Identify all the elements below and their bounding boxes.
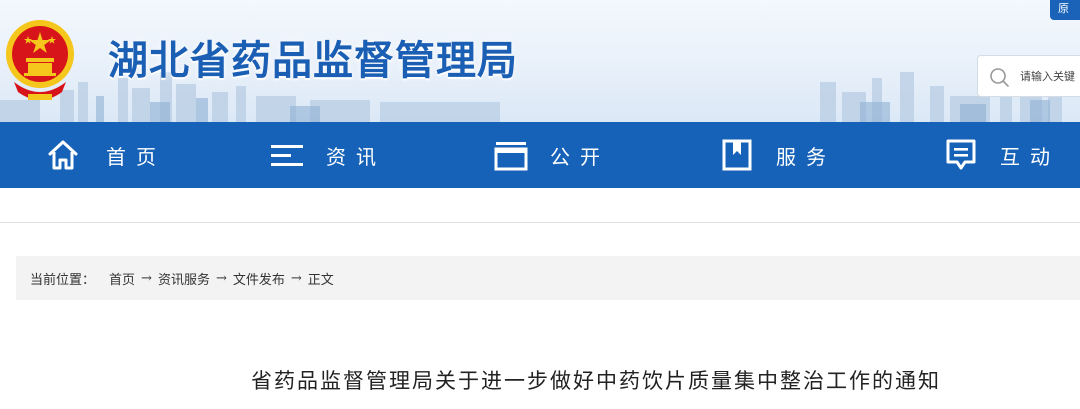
nav-item-interact[interactable]: 互动 [944,122,1060,188]
breadcrumb-separator: → [290,270,302,286]
bookmark-icon [722,139,752,171]
search-icon[interactable] [988,66,1010,88]
nav-label-public: 公开 [550,144,610,169]
menu-lines-icon [271,145,303,166]
nav-item-public[interactable]: 公开 [494,122,610,188]
article-title: 省药品监督管理局关于进一步做好中药饮片质量集中整治工作的通知 [251,369,941,393]
breadcrumb-item-current: 正文 [307,272,334,288]
nav-item-home[interactable]: 首页 [46,122,166,188]
site-title[interactable]: 湖北省药品监督管理局 [108,28,518,86]
breadcrumb-label: 当前位置： [30,272,96,288]
breadcrumb-separator: → [215,270,227,286]
nav-label-interact: 互动 [1000,144,1060,169]
chat-icon [946,139,976,170]
nav-label-home: 首页 [106,144,166,169]
search-box [977,55,1080,97]
top-right-button[interactable]: 原 [1050,0,1080,20]
nav-item-news[interactable]: 资讯 [270,122,386,188]
breadcrumb-separator: → [141,270,152,286]
nav-label-service: 服务 [776,144,836,169]
breadcrumb: 当前位置： 首页 → 资讯服务 → 文件发布 → 正文 [16,256,1080,300]
folder-icon [494,142,528,171]
content-divider [0,222,1080,223]
breadcrumb-item-home[interactable]: 首页 [109,269,135,288]
nav-label-news: 资讯 [326,144,386,169]
nav-item-service[interactable]: 服务 [720,122,836,188]
breadcrumb-item-news-service[interactable]: 资讯服务 [158,269,210,288]
site-header: 湖北省药品监督管理局 原 [0,0,1080,122]
breadcrumb-item-documents[interactable]: 文件发布 [233,269,285,288]
national-emblem-logo [6,20,74,100]
main-nav: 首页 资讯 公开 服务 互动 [0,122,1080,188]
search-input[interactable] [1020,56,1080,96]
home-icon [48,140,78,170]
